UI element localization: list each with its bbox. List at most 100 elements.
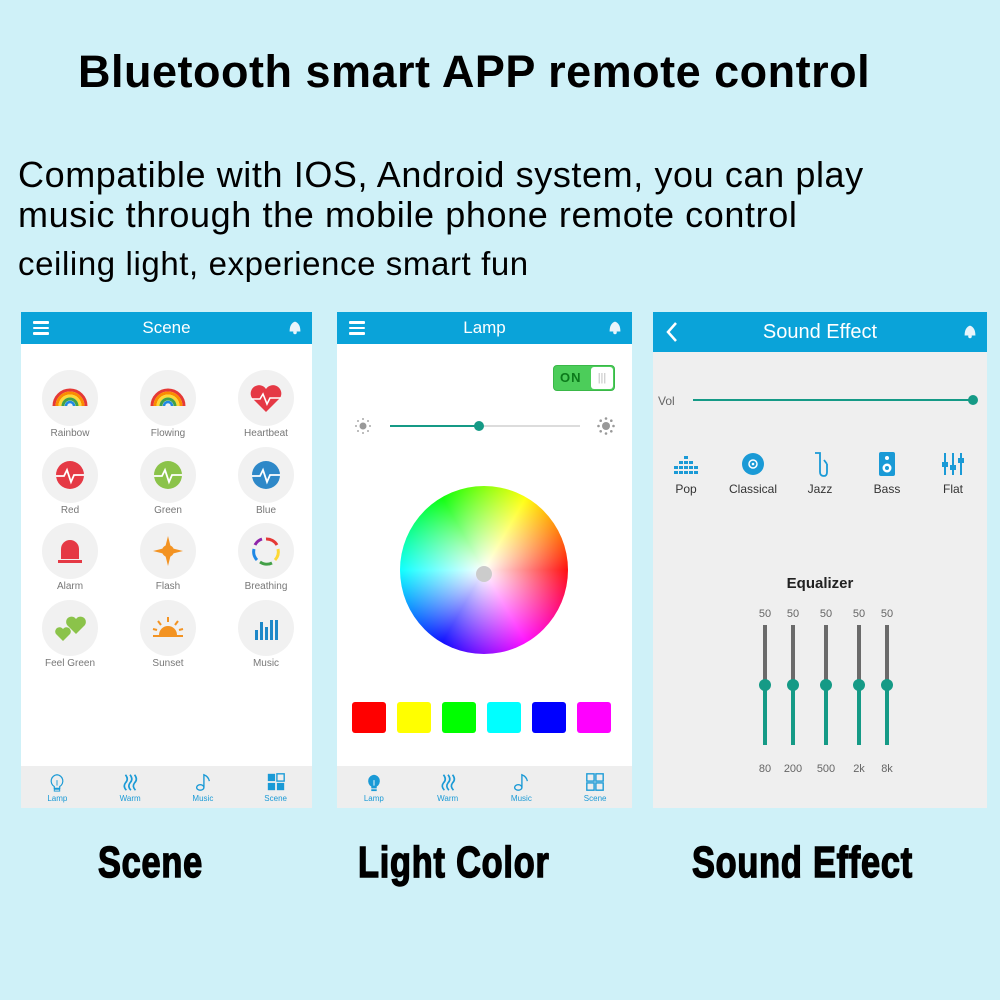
scene-icon-circle: [42, 600, 98, 656]
scene-label: Alarm: [56, 581, 84, 592]
tab-lamp[interactable]: Lamp: [21, 766, 94, 808]
preset-classical[interactable]: Classical: [718, 450, 788, 496]
tab-label: Scene: [264, 794, 287, 803]
scene-label: Flowing: [150, 428, 186, 439]
scene-item[interactable]: Flowing: [119, 370, 217, 439]
scene-label: Music: [252, 658, 280, 669]
warm-heat-icon: [123, 774, 138, 791]
speaker-icon: [879, 452, 895, 476]
scene-item[interactable]: Green: [119, 447, 217, 516]
scene-item[interactable]: Alarm: [21, 523, 119, 592]
vinyl-disc-icon: [742, 453, 764, 475]
mixer-sliders-icon: [942, 453, 964, 475]
tab-label: Warm: [119, 794, 141, 803]
preset-flat[interactable]: Flat: [918, 450, 987, 496]
volume-slider[interactable]: [693, 395, 978, 405]
eq-band-frequency: 200: [783, 763, 803, 775]
scene-label: Heartbeat: [244, 428, 288, 439]
color-swatch[interactable]: [532, 702, 566, 733]
eq-band: 50 500: [811, 608, 841, 775]
eq-band-thumb[interactable]: [759, 679, 771, 691]
scene-item[interactable]: Red: [21, 447, 119, 516]
sunset-icon: [152, 617, 184, 637]
color-wheel-picker[interactable]: [476, 566, 492, 582]
bottom-tab-bar: Lamp Warm Music Scene: [21, 766, 312, 808]
preset-pop[interactable]: Pop: [653, 450, 721, 496]
eq-band-thumb[interactable]: [881, 679, 893, 691]
scene-item[interactable]: Heartbeat: [217, 370, 312, 439]
scene-icon-circle: [42, 370, 98, 426]
lamp-icon: [368, 774, 380, 792]
caption-sound-effect: Sound Effect: [691, 837, 913, 888]
hearts-icon: [55, 616, 86, 641]
eq-band: 50 2k: [844, 608, 874, 775]
color-swatch[interactable]: [487, 702, 521, 733]
color-swatch[interactable]: [577, 702, 611, 733]
eq-band-value: 50: [758, 608, 772, 620]
volume-thumb[interactable]: [968, 395, 978, 405]
rainbow-icon: [150, 388, 186, 407]
scene-icon-circle: [42, 447, 98, 503]
brightness-slider[interactable]: [390, 421, 580, 431]
tab-lamp[interactable]: Lamp: [337, 766, 411, 808]
flash-icon: [153, 536, 183, 566]
tab-label: Music: [510, 794, 532, 803]
screen-title: Lamp: [463, 318, 506, 337]
tab-warm[interactable]: Warm: [94, 766, 167, 808]
brightness-thumb[interactable]: [474, 421, 485, 431]
preset-bass[interactable]: Bass: [852, 450, 922, 496]
scene-screen: Scene Rainbow Flowing Heartbeat Red Green Blu…: [21, 312, 312, 808]
bell-icon[interactable]: [961, 322, 979, 340]
eq-band-slider[interactable]: [759, 625, 771, 745]
headline: Bluetooth smart APP remote control: [78, 46, 871, 97]
pulse-icon: [154, 461, 182, 489]
eq-band-thumb[interactable]: [787, 679, 799, 691]
heartbeat-icon: [250, 385, 282, 412]
app-bar: Lamp: [337, 312, 632, 344]
eq-band-slider[interactable]: [787, 625, 799, 745]
eq-band-slider[interactable]: [820, 625, 832, 745]
eq-band-slider[interactable]: [881, 625, 893, 745]
preset-label: Bass: [873, 482, 901, 496]
bell-icon[interactable]: [606, 318, 624, 336]
eq-band-fill: [791, 685, 795, 745]
color-swatch[interactable]: [442, 702, 476, 733]
eq-band-thumb[interactable]: [853, 679, 865, 691]
scene-item[interactable]: Sunset: [119, 600, 217, 669]
eq-band-fill: [824, 685, 828, 745]
color-swatch[interactable]: [397, 702, 431, 733]
color-swatch[interactable]: [352, 702, 386, 733]
power-toggle[interactable]: ON |||: [553, 365, 615, 391]
eq-band: 50 80: [750, 608, 780, 775]
app-bar: Scene: [21, 312, 312, 344]
brightness-low-icon: [355, 418, 371, 434]
scene-item[interactable]: Flash: [119, 523, 217, 592]
screen-title: Scene: [142, 318, 191, 337]
tab-scene[interactable]: Scene: [558, 766, 632, 808]
scene-item[interactable]: Blue: [217, 447, 312, 516]
preset-label: Flat: [942, 482, 963, 496]
screen-title: Sound Effect: [762, 321, 878, 343]
description-line-2: music through the mobile phone remote co…: [18, 194, 798, 235]
saxophone-icon: [815, 452, 828, 477]
tab-music[interactable]: Music: [167, 766, 240, 808]
tab-warm[interactable]: Warm: [411, 766, 485, 808]
eq-band-thumb[interactable]: [820, 679, 832, 691]
scene-item[interactable]: Rainbow: [21, 370, 119, 439]
eq-band: 50 8k: [872, 608, 902, 775]
scene-item[interactable]: Music: [217, 600, 312, 669]
scene-item[interactable]: Breathing: [217, 523, 312, 592]
eq-band-slider[interactable]: [853, 625, 865, 745]
tab-label: Music: [192, 794, 214, 803]
tab-label: Scene: [583, 794, 607, 803]
eq-band-value: 50: [786, 608, 800, 620]
warm-heat-icon: [441, 774, 455, 791]
tab-scene[interactable]: Scene: [239, 766, 312, 808]
tab-music[interactable]: Music: [485, 766, 559, 808]
scene-item[interactable]: Feel Green: [21, 600, 119, 669]
volume-label: Vol: [658, 394, 675, 408]
preset-jazz[interactable]: Jazz: [785, 450, 855, 496]
scene-label: Blue: [255, 505, 276, 516]
bell-icon[interactable]: [286, 318, 304, 336]
tab-label: Warm: [437, 794, 459, 803]
